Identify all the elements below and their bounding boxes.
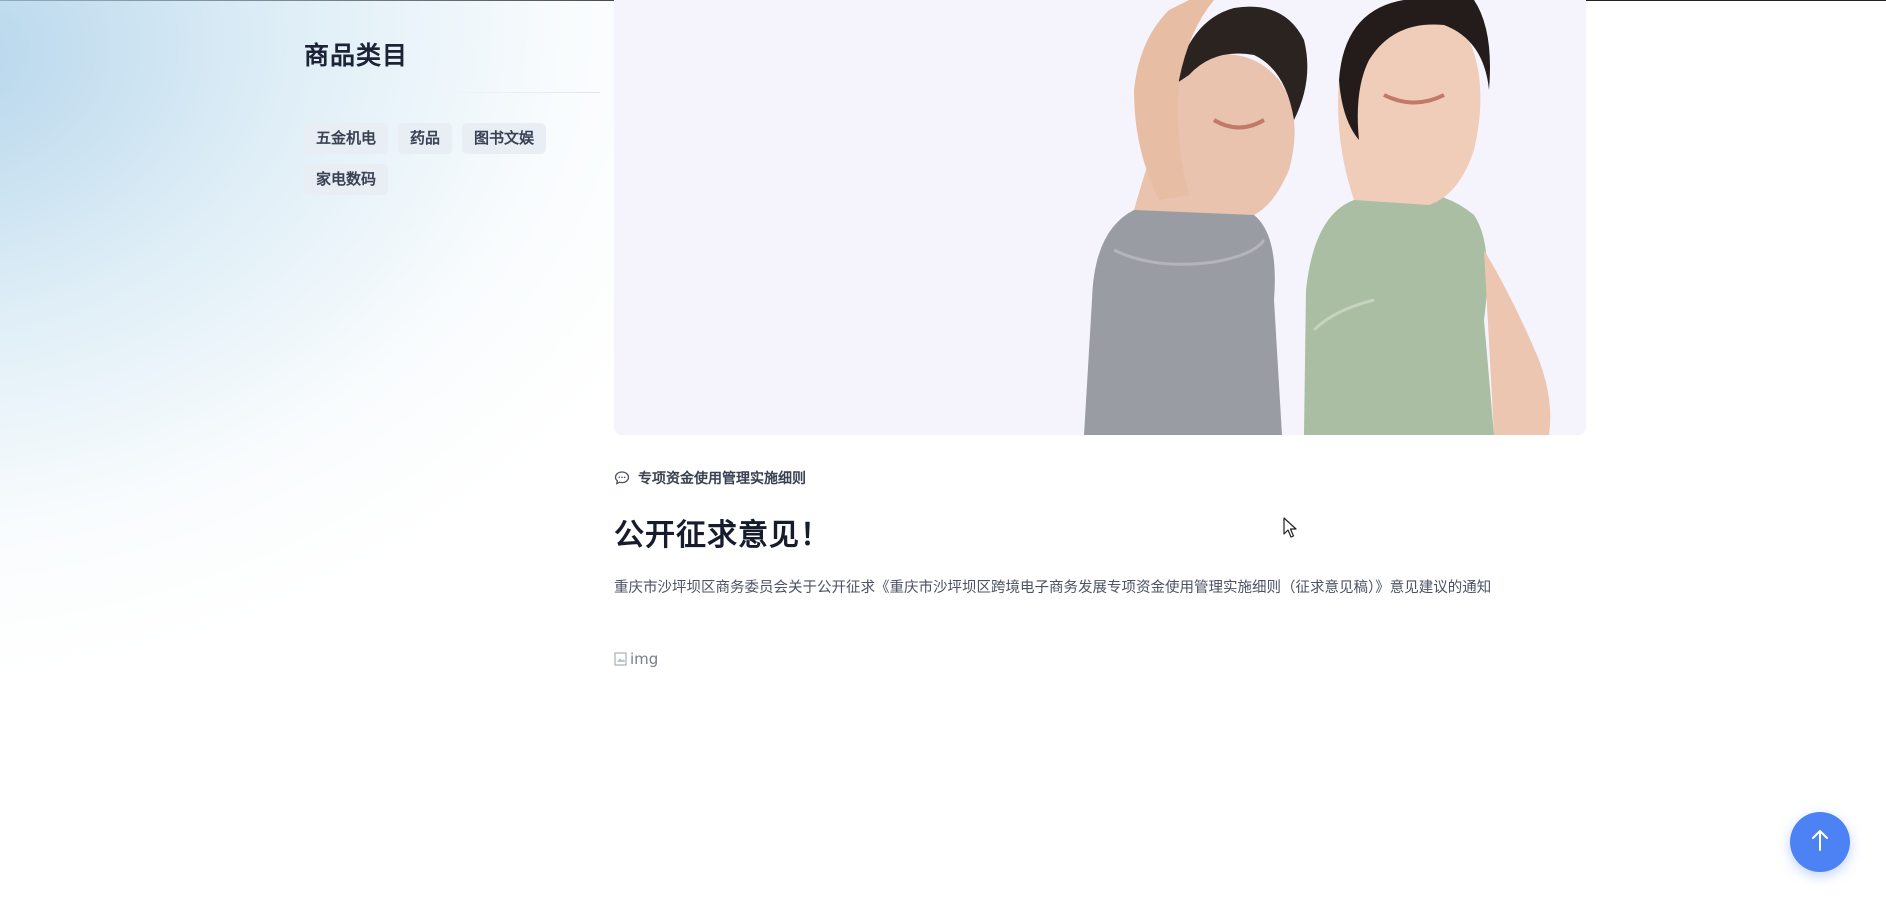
article-description: 重庆市沙坪坝区商务委员会关于公开征求《重庆市沙坪坝区跨境电子商务发展专项资金使用… xyxy=(614,580,1492,596)
arrow-up-icon xyxy=(1808,827,1832,857)
broken-image-icon xyxy=(614,651,628,667)
comment-icon xyxy=(614,470,630,486)
article-category[interactable]: 专项资金使用管理实施细则 xyxy=(614,468,1586,488)
hero-image xyxy=(614,0,1586,435)
sidebar-divider xyxy=(440,92,600,93)
page: 商品类目 五金机电 药品 图书文娱 家电数码 专项资金使用管理实施细则 公开征求… xyxy=(0,0,1886,904)
back-to-top-button[interactable] xyxy=(1790,812,1850,872)
category-tag-medicine[interactable]: 药品 xyxy=(398,123,453,154)
hero-photo-illustration xyxy=(614,0,1586,435)
article-category-label: 专项资金使用管理实施细则 xyxy=(638,471,806,487)
broken-image-alt: img xyxy=(630,650,659,668)
category-tags: 五金机电 药品 图书文娱 家电数码 xyxy=(304,123,564,195)
sidebar-title: 商品类目 xyxy=(304,41,409,70)
category-tag-electronics[interactable]: 家电数码 xyxy=(304,164,389,195)
mouse-cursor-icon xyxy=(1283,517,1299,539)
category-sidebar: 商品类目 五金机电 药品 图书文娱 家电数码 xyxy=(304,32,600,195)
main-content: 专项资金使用管理实施细则 公开征求意见！ 重庆市沙坪坝区商务委员会关于公开征求《… xyxy=(614,0,1586,668)
category-tag-hardware[interactable]: 五金机电 xyxy=(304,123,389,154)
broken-image: img xyxy=(614,650,1586,668)
category-tag-books[interactable]: 图书文娱 xyxy=(462,123,547,154)
article-title[interactable]: 公开征求意见！ xyxy=(614,510,1586,554)
